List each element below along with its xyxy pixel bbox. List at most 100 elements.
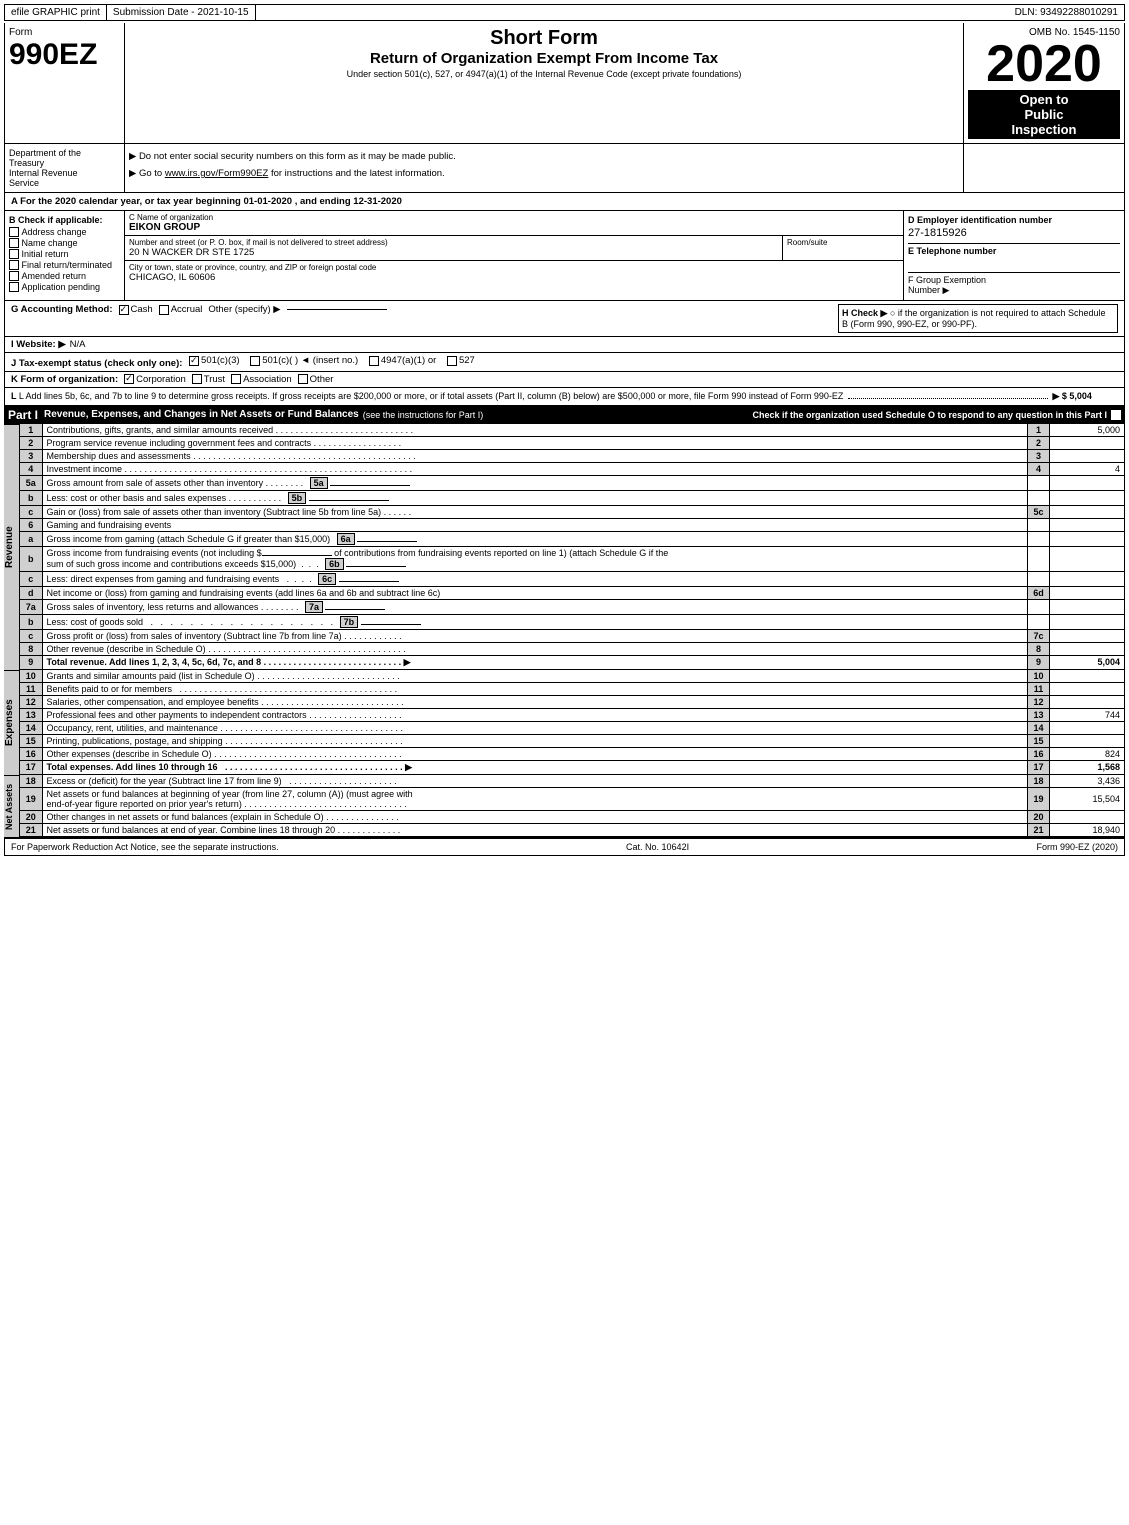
subtitle: Under section 501(c), 527, or 4947(a)(1)… [129, 69, 959, 79]
dept-line2: Treasury [9, 158, 120, 168]
line-desc: Grants and similar amounts paid (list in… [42, 670, 1028, 683]
room-field: Room/suite [783, 236, 903, 260]
check-initial[interactable]: Initial return [9, 249, 120, 259]
part-i-label: Part I [8, 408, 38, 422]
add-lines-section: L L Add lines 5b, 6c, and 7b to line 9 t… [4, 388, 1125, 406]
corp-option[interactable]: Corporation [124, 374, 186, 385]
amount-cell [1050, 436, 1125, 449]
name-checkbox[interactable] [9, 238, 19, 248]
check-address[interactable]: Address change [9, 227, 120, 237]
other-checkbox[interactable] [298, 374, 308, 384]
dln: DLN: 93492288010291 [1009, 5, 1124, 20]
table-row: 11 Benefits paid to or for members . . .… [20, 682, 1125, 695]
dept-line4: Service [9, 178, 120, 188]
4947-checkbox[interactable] [369, 356, 379, 366]
cat-no: Cat. No. 10642I [626, 842, 689, 852]
tax-year-bar: A For the 2020 calendar year, or tax yea… [4, 193, 1125, 211]
line-num: b [20, 546, 42, 571]
line-desc: Program service revenue including govern… [42, 436, 1028, 449]
line-num: c [20, 629, 42, 642]
form-number-section: Form 990EZ [5, 23, 125, 143]
table-row: 1 Contributions, gifts, grants, and simi… [20, 424, 1125, 437]
check-applicable-label: B Check if applicable: [9, 215, 120, 225]
inspection-label: Inspection [970, 122, 1118, 137]
line-desc: Contributions, gifts, grants, and simila… [42, 424, 1028, 437]
line-desc: Less: direct expenses from gaming and fu… [42, 571, 1028, 586]
irs-link[interactable]: www.irs.gov/Form990EZ [165, 168, 268, 179]
part-i-checkbox[interactable] [1111, 410, 1121, 420]
website-value: N/A [70, 339, 86, 350]
table-row: 9 Total revenue. Add lines 1, 2, 3, 4, 5… [20, 655, 1125, 669]
check-amended[interactable]: Amended return [9, 271, 120, 281]
col-num: 7c [1028, 629, 1050, 642]
line-desc: Professional fees and other payments to … [42, 708, 1028, 721]
submission-date: Submission Date - 2021-10-15 [107, 5, 256, 20]
line-desc: Other changes in net assets or fund bala… [42, 810, 1028, 823]
amount-cell: 824 [1050, 747, 1125, 760]
col-num [1028, 475, 1050, 490]
initial-checkbox[interactable] [9, 249, 19, 259]
status-527[interactable]: 527 [447, 355, 475, 366]
status-501c3[interactable]: 501(c)(3) [189, 355, 240, 366]
line-num: 2 [20, 436, 42, 449]
amended-checkbox[interactable] [9, 271, 19, 281]
table-row: 18 Excess or (deficit) for the year (Sub… [20, 775, 1125, 788]
form-org-section: K Form of organization: Corporation Trus… [4, 372, 1125, 388]
line-desc: Printing, publications, postage, and shi… [42, 734, 1028, 747]
amount-cell [1050, 629, 1125, 642]
group-exemption: F Group Exemption Number ▶ [908, 272, 1120, 296]
accrual-option[interactable]: Accrual [159, 304, 203, 315]
part-i-title: Revenue, Expenses, and Changes in Net As… [44, 409, 359, 420]
table-row: 4 Investment income . . . . . . . . . . … [20, 462, 1125, 475]
final-checkbox[interactable] [9, 260, 19, 270]
line-num: b [20, 614, 42, 629]
table-row: 14 Occupancy, rent, utilities, and maint… [20, 721, 1125, 734]
dept-instructions-row: Department of the Treasury Internal Reve… [4, 144, 1125, 193]
col-num: 13 [1028, 708, 1050, 721]
amount-cell [1050, 518, 1125, 531]
cash-checkbox[interactable] [119, 305, 129, 315]
col-num: 3 [1028, 449, 1050, 462]
status-4947[interactable]: 4947(a)(1) or [369, 355, 436, 366]
check-pending[interactable]: Application pending [9, 282, 120, 292]
527-checkbox[interactable] [447, 356, 457, 366]
line-desc: Total revenue. Add lines 1, 2, 3, 4, 5c,… [42, 655, 1028, 669]
accounting-left: G Accounting Method: Cash Accrual Other … [11, 304, 838, 315]
line-num: 18 [20, 775, 42, 788]
check-final[interactable]: Final return/terminated [9, 260, 120, 270]
k-label: K Form of organization: [11, 374, 118, 385]
part-i-check-note: Check if the organization used Schedule … [752, 410, 1121, 420]
col-num: 14 [1028, 721, 1050, 734]
expenses-side-label: Expenses [4, 670, 20, 775]
trust-option[interactable]: Trust [192, 374, 225, 385]
accrual-checkbox[interactable] [159, 305, 169, 315]
table-row: 17 Total expenses. Add lines 10 through … [20, 760, 1125, 774]
col-num [1028, 531, 1050, 546]
form-title-section: Short Form Return of Organization Exempt… [125, 23, 964, 143]
ein-label: D Employer identification number [908, 215, 1120, 225]
assoc-checkbox[interactable] [231, 374, 241, 384]
table-row: 7a Gross sales of inventory, less return… [20, 599, 1125, 614]
line-desc: Gross profit or (loss) from sales of inv… [42, 629, 1028, 642]
col-num: 15 [1028, 734, 1050, 747]
line-num: 16 [20, 747, 42, 760]
address-checkbox[interactable] [9, 227, 19, 237]
pending-checkbox[interactable] [9, 282, 19, 292]
cash-option[interactable]: Cash [119, 304, 153, 315]
trust-checkbox[interactable] [192, 374, 202, 384]
amount-cell: 4 [1050, 462, 1125, 475]
table-row: 16 Other expenses (describe in Schedule … [20, 747, 1125, 760]
other-option[interactable]: Other [298, 374, 334, 385]
line-desc: Net assets or fund balances at beginning… [42, 787, 1028, 810]
corp-checkbox[interactable] [124, 374, 134, 384]
501c-checkbox[interactable] [250, 356, 260, 366]
city-label: City or town, state or province, country… [129, 263, 899, 272]
assoc-option[interactable]: Association [231, 374, 292, 385]
net-assets-table: 18 Excess or (deficit) for the year (Sub… [20, 775, 1125, 837]
line-desc: Gross amount from sale of assets other t… [42, 475, 1028, 490]
501c3-checkbox[interactable] [189, 356, 199, 366]
instruction-line1: ▶ Do not enter social security numbers o… [129, 148, 959, 165]
line-desc: Gain or (loss) from sale of assets other… [42, 505, 1028, 518]
status-501c[interactable]: 501(c)( ) ◄ (insert no.) [250, 355, 358, 366]
check-name[interactable]: Name change [9, 238, 120, 248]
